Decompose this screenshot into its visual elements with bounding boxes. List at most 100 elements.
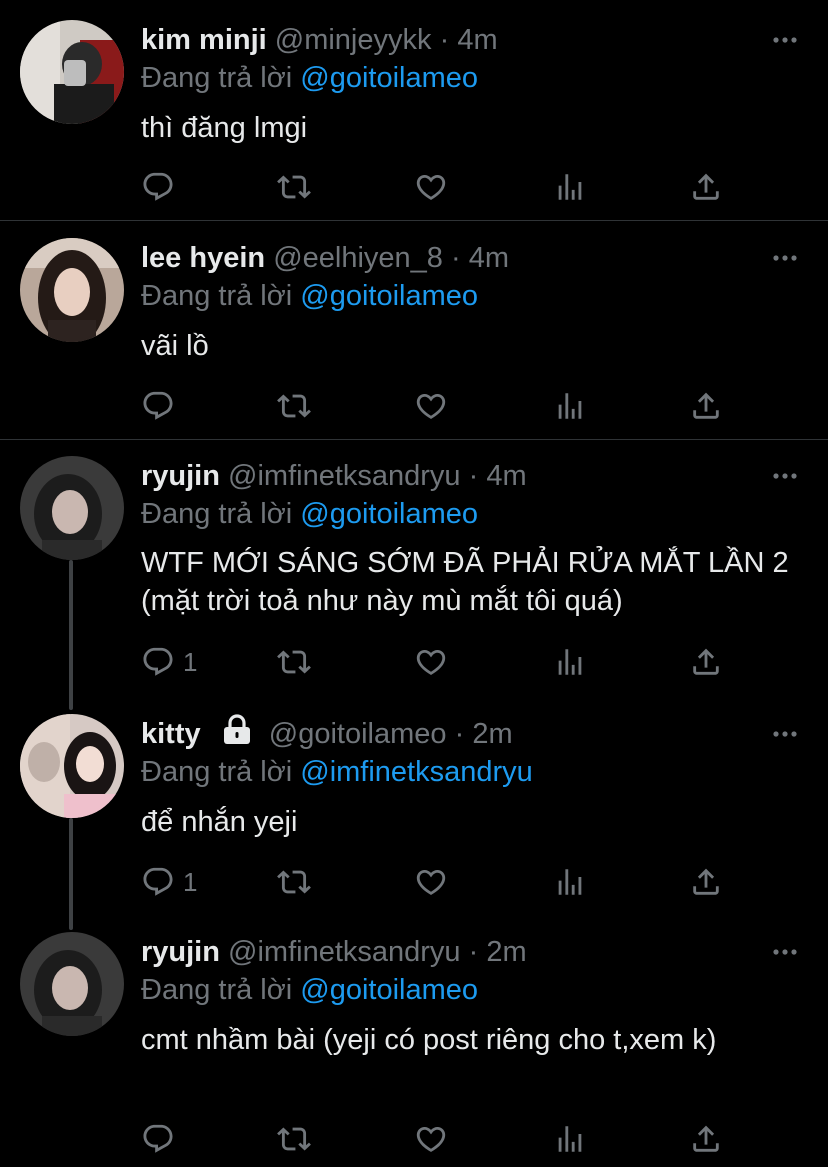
retweet-icon — [277, 645, 311, 679]
tweet-actions — [141, 167, 741, 207]
replying-to-label: Đang trả lời — [141, 62, 293, 94]
reply-icon — [141, 1122, 175, 1156]
avatar[interactable] — [20, 238, 124, 342]
separator-dot: · — [454, 718, 465, 750]
views-icon — [553, 1122, 587, 1156]
views-button[interactable] — [553, 386, 587, 426]
views-button[interactable] — [553, 642, 587, 682]
tweet-item[interactable]: lee hyein @eelhiyen_8 · 4m Đang trả lời … — [0, 221, 828, 439]
share-icon — [689, 1122, 723, 1156]
separator-dot: · — [439, 24, 450, 56]
username[interactable]: @eelhiyen_8 — [273, 242, 443, 274]
reply-button[interactable] — [141, 1119, 183, 1159]
retweet-icon — [277, 865, 311, 899]
share-button[interactable] — [689, 862, 723, 902]
display-name[interactable]: kim minji — [141, 24, 267, 56]
share-button[interactable] — [689, 167, 723, 207]
reply-button[interactable]: 1 — [141, 862, 197, 902]
reply-button[interactable]: 1 — [141, 642, 197, 682]
retweet-icon — [277, 1122, 311, 1156]
separator-dot: · — [468, 936, 479, 968]
username[interactable]: @minjeyykk — [275, 24, 432, 56]
more-icon[interactable] — [772, 724, 798, 744]
share-icon — [689, 170, 723, 204]
tweet-header: ryujin @imfinetksandryu · 4m — [141, 456, 527, 496]
share-icon — [689, 645, 723, 679]
replying-to: Đang trả lời @imfinetksandryu — [141, 753, 533, 791]
retweet-icon — [277, 170, 311, 204]
retweet-button[interactable] — [277, 167, 311, 207]
replying-to: Đang trả lời @goitoilameo — [141, 59, 478, 97]
timestamp[interactable]: 4m — [486, 460, 526, 492]
replying-to-label: Đang trả lời — [141, 756, 293, 788]
tweet-header: kim minji @minjeyykk · 4m — [141, 20, 498, 60]
retweet-button[interactable] — [277, 1119, 311, 1159]
more-icon[interactable] — [772, 466, 798, 486]
avatar[interactable] — [20, 456, 124, 560]
more-icon[interactable] — [772, 30, 798, 50]
replying-to-handle[interactable]: @goitoilameo — [300, 62, 478, 94]
reply-icon — [141, 645, 175, 679]
tweet-text: thì đăng lmgi — [141, 112, 308, 144]
display-name[interactable]: lee hyein — [141, 242, 265, 274]
tweet-actions — [141, 1119, 741, 1159]
reply-button[interactable] — [141, 386, 183, 426]
tweet-text: WTF MỚI SÁNG SỚM ĐÃ PHẢI RỬA MẮT LẦN 2 (… — [141, 547, 789, 617]
share-button[interactable] — [689, 642, 723, 682]
display-name[interactable]: ryujin — [141, 460, 220, 492]
tweet-item[interactable]: ryujin @imfinetksandryu · 4m Đang trả lờ… — [0, 440, 828, 706]
separator-dot: · — [450, 242, 461, 274]
replying-to-label: Đang trả lời — [141, 498, 293, 530]
avatar[interactable] — [20, 932, 124, 1036]
timestamp[interactable]: 4m — [469, 242, 509, 274]
views-button[interactable] — [553, 862, 587, 902]
like-button[interactable] — [414, 167, 448, 207]
reply-icon — [141, 389, 175, 423]
reply-icon — [141, 865, 175, 899]
views-icon — [553, 645, 587, 679]
timestamp[interactable]: 4m — [457, 24, 497, 56]
avatar[interactable] — [20, 20, 124, 124]
replying-to-handle[interactable]: @goitoilameo — [300, 280, 478, 312]
replying-to-handle[interactable]: @goitoilameo — [300, 974, 478, 1006]
tweet-item[interactable]: kitty @goitoilameo · 2m Đang trả lời @im… — [0, 706, 828, 920]
views-button[interactable] — [553, 167, 587, 207]
avatar[interactable] — [20, 714, 124, 818]
like-button[interactable] — [414, 1119, 448, 1159]
replying-to-handle[interactable]: @imfinetksandryu — [300, 756, 533, 788]
timestamp[interactable]: 2m — [472, 718, 512, 750]
replying-to-handle[interactable]: @goitoilameo — [300, 498, 478, 530]
retweet-button[interactable] — [277, 386, 311, 426]
tweet-header: lee hyein @eelhiyen_8 · 4m — [141, 238, 509, 278]
tweet-item[interactable]: ryujin @imfinetksandryu · 2m Đang trả lờ… — [0, 920, 828, 1167]
tweet-item[interactable]: kim minji @minjeyykk · 4m Đang trả lời @… — [0, 0, 828, 220]
replying-to: Đang trả lời @goitoilameo — [141, 495, 478, 533]
like-button[interactable] — [414, 862, 448, 902]
share-button[interactable] — [689, 386, 723, 426]
heart-icon — [414, 1122, 448, 1156]
share-button[interactable] — [689, 1119, 723, 1159]
more-icon[interactable] — [772, 942, 798, 962]
username[interactable]: @goitoilameo — [269, 718, 447, 750]
tweet-actions — [141, 386, 741, 426]
retweet-button[interactable] — [277, 862, 311, 902]
replying-to: Đang trả lời @goitoilameo — [141, 971, 478, 1009]
retweet-button[interactable] — [277, 642, 311, 682]
reply-button[interactable] — [141, 167, 183, 207]
share-icon — [689, 389, 723, 423]
username[interactable]: @imfinetksandryu — [228, 460, 461, 492]
username[interactable]: @imfinetksandryu — [228, 936, 461, 968]
display-name[interactable]: kitty — [141, 718, 201, 750]
reply-count: 1 — [183, 646, 198, 677]
reply-count: 1 — [183, 866, 198, 897]
more-icon[interactable] — [772, 248, 798, 268]
timestamp[interactable]: 2m — [486, 936, 526, 968]
tweet-actions: 1 — [141, 862, 741, 902]
views-button[interactable] — [553, 1119, 587, 1159]
reply-icon — [141, 170, 175, 204]
tweet-actions: 1 — [141, 642, 741, 682]
like-button[interactable] — [414, 386, 448, 426]
display-name[interactable]: ryujin — [141, 936, 220, 968]
tweet-header: kitty @goitoilameo · 2m — [141, 714, 513, 754]
like-button[interactable] — [414, 642, 448, 682]
